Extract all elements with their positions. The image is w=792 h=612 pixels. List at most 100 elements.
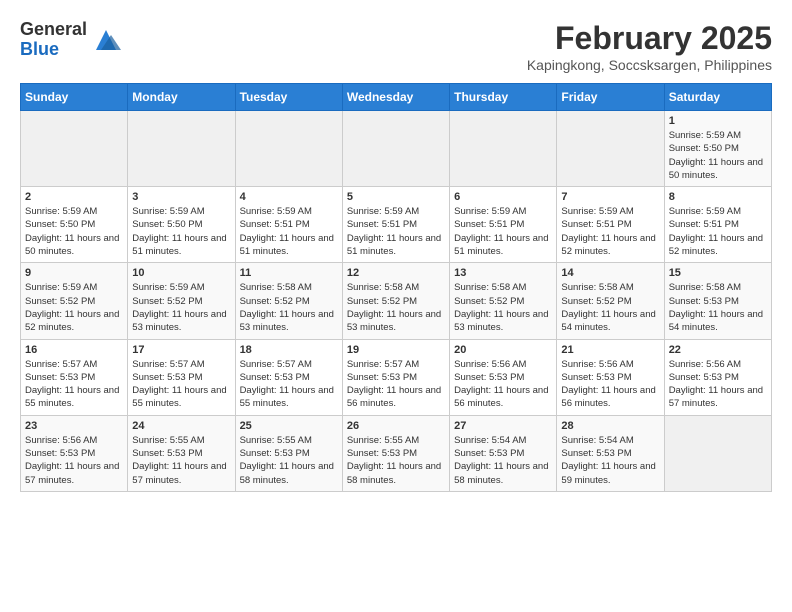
- calendar-week-row: 1 Sunrise: 5:59 AM Sunset: 5:50 PM Daylig…: [21, 111, 772, 187]
- weekday-header-friday: Friday: [557, 84, 664, 111]
- day-info: Sunrise: 5:57 AM Sunset: 5:53 PM Dayligh…: [240, 358, 338, 411]
- day-number: 21: [561, 344, 659, 356]
- day-number: 28: [561, 420, 659, 432]
- day-number: 13: [454, 267, 552, 279]
- weekday-header-saturday: Saturday: [664, 84, 771, 111]
- weekday-header-thursday: Thursday: [450, 84, 557, 111]
- calendar-week-row: 2 Sunrise: 5:59 AM Sunset: 5:50 PM Daylig…: [21, 187, 772, 263]
- day-info: Sunrise: 5:59 AM Sunset: 5:50 PM Dayligh…: [25, 205, 123, 258]
- day-number: 19: [347, 344, 445, 356]
- day-number: 11: [240, 267, 338, 279]
- day-info: Sunrise: 5:56 AM Sunset: 5:53 PM Dayligh…: [561, 358, 659, 411]
- calendar-day-cell: 3 Sunrise: 5:59 AM Sunset: 5:50 PM Daylig…: [128, 187, 235, 263]
- day-number: 7: [561, 191, 659, 203]
- day-info: Sunrise: 5:57 AM Sunset: 5:53 PM Dayligh…: [132, 358, 230, 411]
- day-number: 1: [669, 115, 767, 127]
- day-number: 22: [669, 344, 767, 356]
- day-number: 6: [454, 191, 552, 203]
- day-info: Sunrise: 5:58 AM Sunset: 5:52 PM Dayligh…: [454, 281, 552, 334]
- day-number: 15: [669, 267, 767, 279]
- calendar-day-cell: 15 Sunrise: 5:58 AM Sunset: 5:53 PM Dayli…: [664, 263, 771, 339]
- calendar-week-row: 9 Sunrise: 5:59 AM Sunset: 5:52 PM Daylig…: [21, 263, 772, 339]
- calendar-day-cell: 21 Sunrise: 5:56 AM Sunset: 5:53 PM Dayli…: [557, 339, 664, 415]
- title-block: February 2025 Kapingkong, Soccsksargen, …: [527, 20, 772, 73]
- day-info: Sunrise: 5:58 AM Sunset: 5:52 PM Dayligh…: [561, 281, 659, 334]
- day-number: 23: [25, 420, 123, 432]
- calendar-day-cell: 13 Sunrise: 5:58 AM Sunset: 5:52 PM Dayli…: [450, 263, 557, 339]
- calendar-day-cell: 24 Sunrise: 5:55 AM Sunset: 5:53 PM Dayli…: [128, 415, 235, 491]
- calendar-week-row: 16 Sunrise: 5:57 AM Sunset: 5:53 PM Dayli…: [21, 339, 772, 415]
- logo-blue-text: Blue: [20, 40, 87, 60]
- calendar-day-cell: 7 Sunrise: 5:59 AM Sunset: 5:51 PM Daylig…: [557, 187, 664, 263]
- day-number: 20: [454, 344, 552, 356]
- day-info: Sunrise: 5:58 AM Sunset: 5:53 PM Dayligh…: [669, 281, 767, 334]
- calendar-day-cell: 11 Sunrise: 5:58 AM Sunset: 5:52 PM Dayli…: [235, 263, 342, 339]
- day-info: Sunrise: 5:59 AM Sunset: 5:52 PM Dayligh…: [132, 281, 230, 334]
- calendar-day-cell: [664, 415, 771, 491]
- calendar-week-row: 23Sunrise: 5:56 AM Sunset: 5:53 PM Dayli…: [21, 415, 772, 491]
- day-number: 18: [240, 344, 338, 356]
- day-info: Sunrise: 5:57 AM Sunset: 5:53 PM Dayligh…: [347, 358, 445, 411]
- calendar-day-cell: 25 Sunrise: 5:55 AM Sunset: 5:53 PM Dayli…: [235, 415, 342, 491]
- day-info: Sunrise: 5:59 AM Sunset: 5:51 PM Dayligh…: [561, 205, 659, 258]
- day-info: Sunrise: 5:57 AM Sunset: 5:53 PM Dayligh…: [25, 358, 123, 411]
- calendar-day-cell: 5 Sunrise: 5:59 AM Sunset: 5:51 PM Daylig…: [342, 187, 449, 263]
- day-number: 25: [240, 420, 338, 432]
- location-subtitle: Kapingkong, Soccsksargen, Philippines: [527, 57, 772, 73]
- calendar-day-cell: 22 Sunrise: 5:56 AM Sunset: 5:53 PM Dayli…: [664, 339, 771, 415]
- calendar-day-cell: 20 Sunrise: 5:56 AM Sunset: 5:53 PM Dayli…: [450, 339, 557, 415]
- calendar-day-cell: 4Sunrise: 5:59 AM Sunset: 5:51 PM Daylig…: [235, 187, 342, 263]
- day-number: 24: [132, 420, 230, 432]
- day-number: 4: [240, 191, 338, 203]
- calendar-day-cell: 26Sunrise: 5:55 AM Sunset: 5:53 PM Dayli…: [342, 415, 449, 491]
- day-number: 9: [25, 267, 123, 279]
- calendar-day-cell: 17 Sunrise: 5:57 AM Sunset: 5:53 PM Dayli…: [128, 339, 235, 415]
- calendar-day-cell: 14 Sunrise: 5:58 AM Sunset: 5:52 PM Dayli…: [557, 263, 664, 339]
- logo-general-text: General: [20, 20, 87, 40]
- calendar-table: SundayMondayTuesdayWednesdayThursdayFrid…: [20, 83, 772, 492]
- calendar-day-cell: [128, 111, 235, 187]
- calendar-day-cell: [557, 111, 664, 187]
- day-number: 26: [347, 420, 445, 432]
- calendar-day-cell: [342, 111, 449, 187]
- calendar-day-cell: 28 Sunrise: 5:54 AM Sunset: 5:53 PM Dayli…: [557, 415, 664, 491]
- day-number: 14: [561, 267, 659, 279]
- day-info: Sunrise: 5:54 AM Sunset: 5:53 PM Dayligh…: [561, 434, 659, 487]
- weekday-header-sunday: Sunday: [21, 84, 128, 111]
- weekday-header-row: SundayMondayTuesdayWednesdayThursdayFrid…: [21, 84, 772, 111]
- day-info: Sunrise: 5:55 AM Sunset: 5:53 PM Dayligh…: [240, 434, 338, 487]
- day-info: Sunrise: 5:55 AM Sunset: 5:53 PM Dayligh…: [132, 434, 230, 487]
- day-info: Sunrise: 5:56 AM Sunset: 5:53 PM Dayligh…: [669, 358, 767, 411]
- day-info: Sunrise: 5:58 AM Sunset: 5:52 PM Dayligh…: [240, 281, 338, 334]
- day-info: Sunrise: 5:59 AM Sunset: 5:50 PM Dayligh…: [132, 205, 230, 258]
- weekday-header-tuesday: Tuesday: [235, 84, 342, 111]
- calendar-day-cell: 8Sunrise: 5:59 AM Sunset: 5:51 PM Daylig…: [664, 187, 771, 263]
- day-info: Sunrise: 5:59 AM Sunset: 5:52 PM Dayligh…: [25, 281, 123, 334]
- day-number: 8: [669, 191, 767, 203]
- day-number: 17: [132, 344, 230, 356]
- calendar-day-cell: 9 Sunrise: 5:59 AM Sunset: 5:52 PM Daylig…: [21, 263, 128, 339]
- calendar-day-cell: 23Sunrise: 5:56 AM Sunset: 5:53 PM Dayli…: [21, 415, 128, 491]
- page-header: General Blue February 2025 Kapingkong, S…: [20, 20, 772, 73]
- logo-icon: [91, 25, 121, 55]
- day-number: 12: [347, 267, 445, 279]
- calendar-day-cell: 27Sunrise: 5:54 AM Sunset: 5:53 PM Dayli…: [450, 415, 557, 491]
- weekday-header-monday: Monday: [128, 84, 235, 111]
- day-info: Sunrise: 5:56 AM Sunset: 5:53 PM Dayligh…: [454, 358, 552, 411]
- calendar-day-cell: 6Sunrise: 5:59 AM Sunset: 5:51 PM Daylig…: [450, 187, 557, 263]
- calendar-day-cell: 12 Sunrise: 5:58 AM Sunset: 5:52 PM Dayli…: [342, 263, 449, 339]
- day-number: 2: [25, 191, 123, 203]
- day-info: Sunrise: 5:59 AM Sunset: 5:50 PM Dayligh…: [669, 129, 767, 182]
- calendar-day-cell: 18 Sunrise: 5:57 AM Sunset: 5:53 PM Dayli…: [235, 339, 342, 415]
- day-info: Sunrise: 5:59 AM Sunset: 5:51 PM Dayligh…: [347, 205, 445, 258]
- day-number: 5: [347, 191, 445, 203]
- day-number: 16: [25, 344, 123, 356]
- day-number: 27: [454, 420, 552, 432]
- day-info: Sunrise: 5:58 AM Sunset: 5:52 PM Dayligh…: [347, 281, 445, 334]
- calendar-day-cell: 10Sunrise: 5:59 AM Sunset: 5:52 PM Dayli…: [128, 263, 235, 339]
- calendar-day-cell: [235, 111, 342, 187]
- calendar-day-cell: 1 Sunrise: 5:59 AM Sunset: 5:50 PM Daylig…: [664, 111, 771, 187]
- calendar-day-cell: [450, 111, 557, 187]
- logo: General Blue: [20, 20, 121, 60]
- day-number: 3: [132, 191, 230, 203]
